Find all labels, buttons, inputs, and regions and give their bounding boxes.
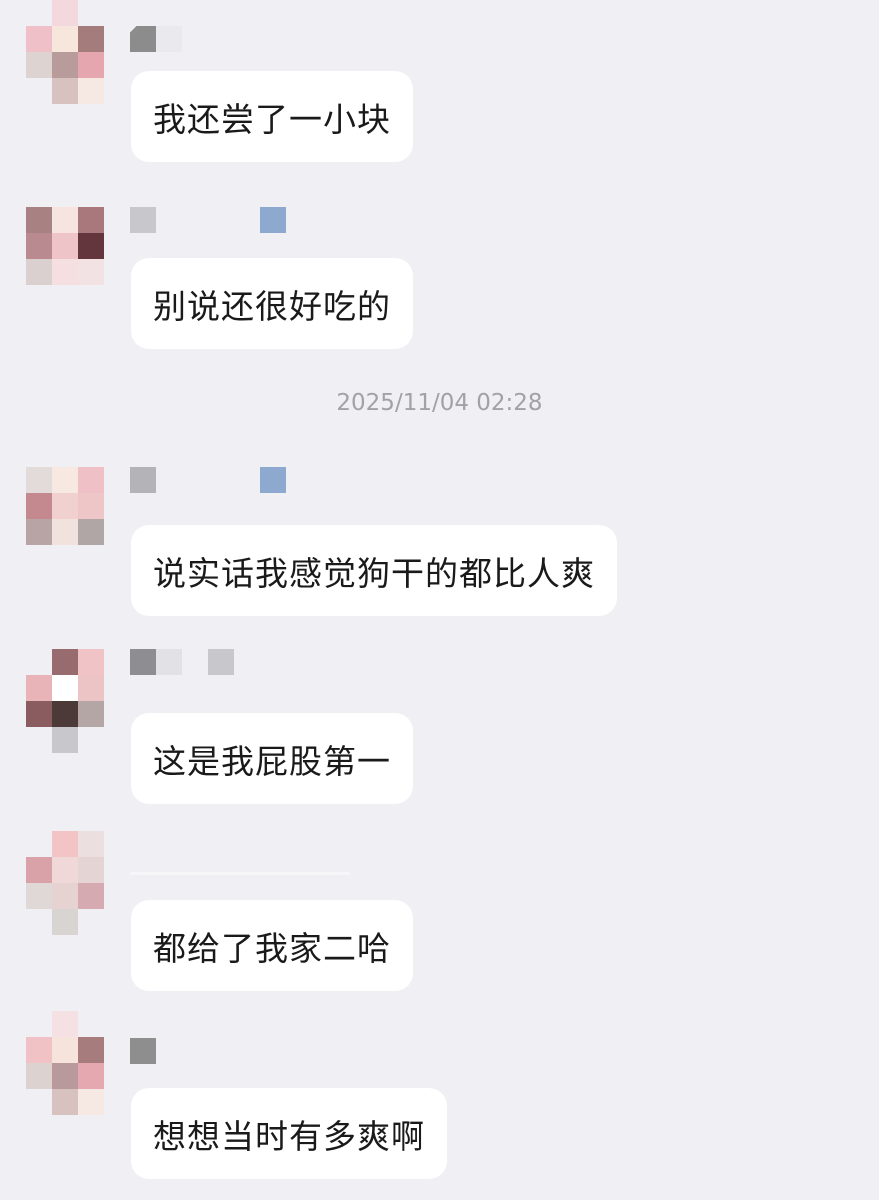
avatar[interactable]: [26, 467, 104, 545]
avatar-pixel-row: [26, 1089, 104, 1115]
avatar[interactable]: [26, 0, 104, 78]
chat-thread: 我还尝了一小块 别说还很好吃的 2025/11/04 02:28 说实话我感觉狗…: [0, 0, 879, 1200]
avatar-pixel-row: [26, 909, 104, 935]
avatar[interactable]: [26, 831, 104, 909]
message-bubble[interactable]: 我还尝了一小块: [131, 71, 413, 162]
message-bubble[interactable]: 想想当时有多爽啊: [131, 1088, 447, 1179]
avatar[interactable]: [26, 207, 104, 285]
message-bubble[interactable]: 都给了我家二哈: [131, 900, 413, 991]
avatar-pixel-row: [26, 727, 104, 753]
message-bubble[interactable]: 别说还很好吃的: [131, 258, 413, 349]
avatar[interactable]: [26, 649, 104, 727]
avatar[interactable]: [26, 1011, 104, 1089]
message-timestamp: 2025/11/04 02:28: [336, 390, 543, 416]
message-bubble[interactable]: 说实话我感觉狗干的都比人爽: [131, 525, 617, 616]
avatar-pixel-row: [26, 78, 104, 104]
message-bubble[interactable]: 这是我屁股第一: [131, 713, 413, 804]
